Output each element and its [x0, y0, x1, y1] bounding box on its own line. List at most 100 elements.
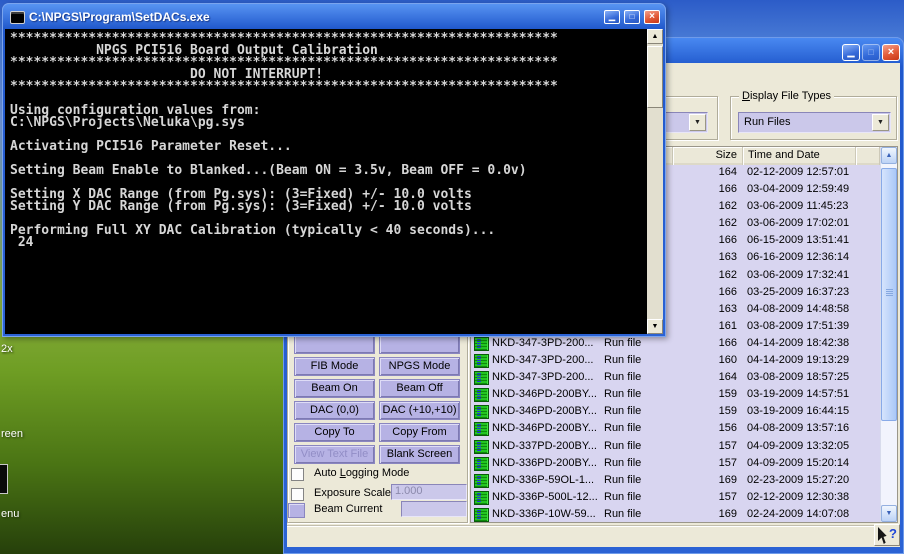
file-date: 04-14-2009 19:13:29: [747, 354, 849, 366]
file-row[interactable]: NKD-346PD-200BY...Run file15604-08-2009 …: [471, 421, 880, 438]
file-size: 166: [673, 337, 737, 349]
file-size: 157: [673, 491, 737, 503]
minimize-button[interactable]: ▁: [842, 44, 860, 61]
file-type: Run file: [604, 422, 641, 434]
fib-mode-button[interactable]: FIB Mode: [294, 357, 375, 376]
copy-from-button[interactable]: Copy From: [379, 423, 460, 442]
file-size: 163: [673, 251, 737, 263]
file-row[interactable]: NKD-347-3PD-200...Run file16004-14-2009 …: [471, 353, 880, 370]
npgs-mode-button[interactable]: NPGS Mode: [379, 357, 460, 376]
file-name: NKD-337PD-200BY...: [492, 440, 597, 452]
file-date: 04-08-2009 14:48:58: [747, 303, 849, 315]
npgs-file-icon: [474, 508, 489, 522]
file-row[interactable]: NKD-336P-500L-12...Run file15702-12-2009…: [471, 490, 880, 507]
file-name: NKD-336P-500L-12...: [492, 491, 598, 503]
chevron-down-icon[interactable]: ▼: [872, 114, 889, 131]
file-types-dropdown[interactable]: Run Files ▼: [738, 112, 891, 133]
chevron-down-icon[interactable]: ▼: [689, 114, 706, 131]
file-date: 03-06-2009 11:45:23: [747, 200, 848, 212]
help-question-icon: ?: [889, 526, 897, 541]
dac-0-0-button[interactable]: DAC (0,0): [294, 401, 375, 420]
file-row[interactable]: NKD-346PD-200BY...Run file15903-19-2009 …: [471, 387, 880, 404]
file-date: 02-23-2009 15:27:20: [747, 474, 849, 486]
desktop-icon-label[interactable]: 2x: [1, 343, 13, 355]
beam-current-field[interactable]: [401, 501, 467, 517]
file-row[interactable]: NKD-336PD-200BY...Run file15704-09-2009 …: [471, 456, 880, 473]
npgs-file-icon: [474, 371, 489, 385]
close-button[interactable]: ×: [882, 44, 900, 61]
copy-to-button[interactable]: Copy To: [294, 423, 375, 442]
beam-current-checkbox[interactable]: [288, 503, 305, 518]
scroll-down-icon[interactable]: ▼: [881, 505, 897, 522]
file-size: 169: [673, 474, 737, 486]
help-cursor: ?: [874, 524, 900, 546]
unlabeled-button[interactable]: [294, 335, 375, 354]
file-size: 164: [673, 166, 737, 178]
file-date: 03-08-2009 17:51:39: [747, 320, 849, 332]
file-row[interactable]: NKD-347-3PD-200...Run file16403-08-2009 …: [471, 370, 880, 387]
scrollbar-thumb[interactable]: [881, 168, 897, 421]
npgs-file-icon: [474, 405, 489, 419]
desktop-icon-label[interactable]: reen: [1, 428, 23, 440]
file-size: 157: [673, 457, 737, 469]
maximize-button[interactable]: □: [624, 10, 640, 24]
file-type: Run file: [604, 371, 641, 383]
file-date: 06-16-2009 12:36:14: [747, 251, 849, 263]
console-body: ****************************************…: [5, 29, 663, 334]
console-title-bar[interactable]: C:\NPGS\Program\SetDACs.exe ▁ □ ×: [5, 3, 663, 29]
column-header-size[interactable]: Size: [673, 147, 743, 165]
console-scrollbar[interactable]: ▲ ▼: [647, 29, 663, 334]
file-type: Run file: [604, 457, 641, 469]
console-text: ****************************************…: [5, 29, 647, 334]
file-date: 04-14-2009 18:42:38: [747, 337, 849, 349]
scroll-down-icon[interactable]: ▼: [647, 319, 663, 334]
auto-logging-checkbox[interactable]: [291, 468, 304, 481]
file-row[interactable]: NKD-346PD-200BY...Run file15903-19-2009 …: [471, 404, 880, 421]
file-date: 04-08-2009 13:57:16: [747, 422, 849, 434]
file-size: 164: [673, 371, 737, 383]
column-header-date[interactable]: Time and Date: [743, 147, 856, 165]
file-name: NKD-346PD-200BY...: [492, 405, 597, 417]
exposure-scale-field[interactable]: 1.000: [391, 484, 467, 500]
file-row[interactable]: NKD-336P-10W-59...Run file16902-24-2009 …: [471, 507, 880, 522]
file-row[interactable]: NKD-347-3PD-200...Run file16604-14-2009 …: [471, 336, 880, 353]
maximize-button: □: [862, 44, 880, 61]
display-file-types-label: Display File Types: [739, 90, 834, 102]
file-name: NKD-336P-10W-59...: [492, 508, 596, 520]
desktop-shortcut-icon[interactable]: [0, 464, 8, 494]
scrollbar-thumb[interactable]: [647, 46, 663, 108]
scroll-up-icon[interactable]: ▲: [881, 147, 897, 164]
npgs-file-icon: [474, 457, 489, 471]
beam-off-button[interactable]: Beam Off: [379, 379, 460, 398]
console-window: C:\NPGS\Program\SetDACs.exe ▁ □ × ******…: [2, 3, 666, 337]
minimize-button[interactable]: ▁: [604, 10, 620, 24]
dac-10-10-button[interactable]: DAC (+10,+10): [379, 401, 460, 420]
display-file-types-group: Display File Types Run Files ▼: [730, 96, 897, 140]
column-header-filler: [856, 147, 880, 165]
file-type: Run file: [604, 354, 641, 366]
beam-on-button[interactable]: Beam On: [294, 379, 375, 398]
beam-current-label: Beam Current: [314, 503, 382, 515]
file-date: 04-09-2009 13:32:05: [747, 440, 849, 452]
npgs-file-icon: [474, 337, 489, 351]
file-date: 02-12-2009 12:57:01: [747, 166, 849, 178]
npgs-file-icon: [474, 422, 489, 436]
file-row[interactable]: NKD-337PD-200BY...Run file15704-09-2009 …: [471, 439, 880, 456]
file-size: 166: [673, 183, 737, 195]
file-size: 159: [673, 405, 737, 417]
file-name: NKD-347-3PD-200...: [492, 371, 594, 383]
desktop-icon-label[interactable]: enu: [1, 508, 19, 520]
unlabeled-button[interactable]: [379, 335, 460, 354]
scroll-up-icon[interactable]: ▲: [647, 29, 663, 44]
file-type: Run file: [604, 337, 641, 349]
file-row[interactable]: NKD-336P-59OL-1...Run file16902-23-2009 …: [471, 473, 880, 490]
close-button[interactable]: ×: [644, 10, 660, 24]
exposure-scale-checkbox[interactable]: [291, 488, 304, 501]
file-name: NKD-347-3PD-200...: [492, 354, 594, 366]
blank-screen-button[interactable]: Blank Screen: [379, 445, 460, 464]
npgs-file-icon: [474, 440, 489, 454]
file-date: 03-06-2009 17:32:41: [747, 269, 849, 281]
file-date: 02-12-2009 12:30:38: [747, 491, 849, 503]
file-date: 06-15-2009 13:51:41: [747, 234, 849, 246]
file-list-scrollbar[interactable]: ▲ ▼: [880, 147, 897, 522]
